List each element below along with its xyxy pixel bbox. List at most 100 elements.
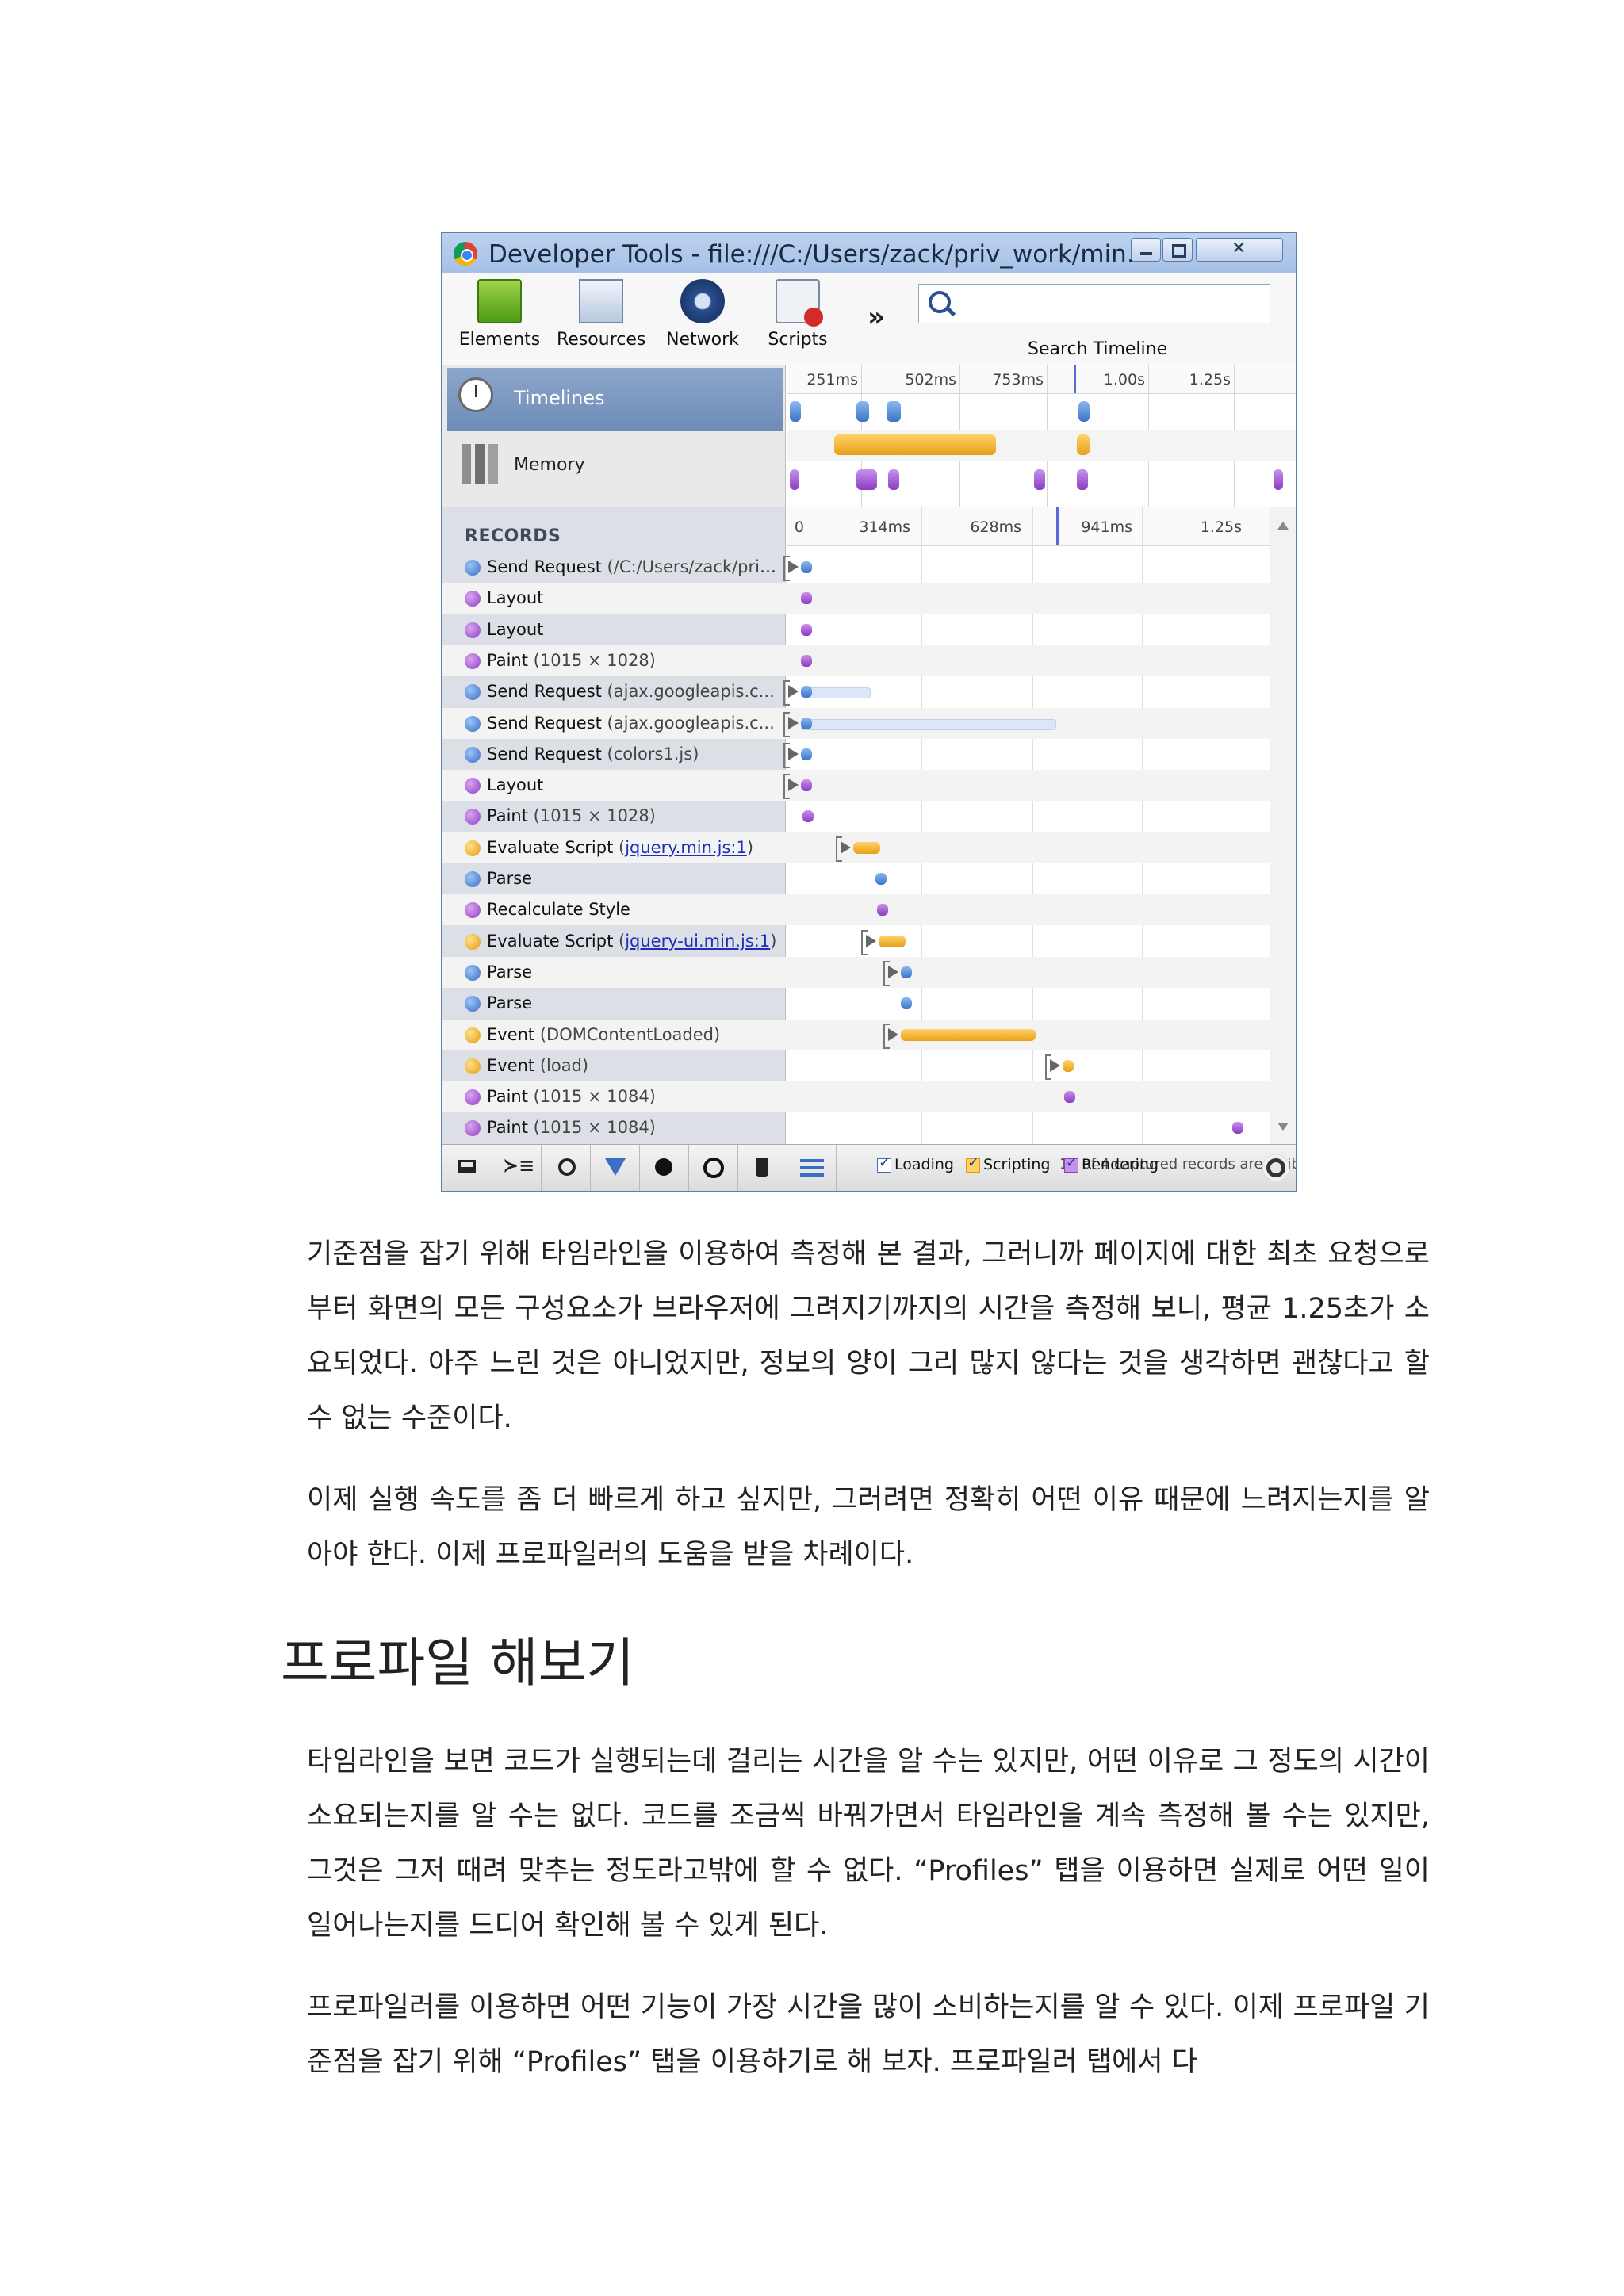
overview-memory-item[interactable]: Memory: [447, 434, 783, 498]
filter-scripting-checkbox[interactable]: Scripting: [966, 1154, 1051, 1180]
scripts-icon: [776, 279, 823, 327]
overview-tick: 502ms: [905, 371, 956, 388]
table-row[interactable]: Paint (1015 × 1084): [442, 1081, 1296, 1113]
table-row[interactable]: Paint (1015 × 1028): [442, 645, 1296, 676]
table-row[interactable]: Parse: [442, 956, 1296, 988]
clear-icon[interactable]: [688, 1145, 738, 1191]
filter-icon[interactable]: [590, 1145, 640, 1191]
table-row[interactable]: Layout: [442, 583, 1296, 614]
expand-arrow-icon[interactable]: [841, 840, 851, 854]
overview-rendering-mark: [1077, 469, 1088, 490]
table-row[interactable]: Send Request (colors1.js): [442, 739, 1296, 770]
records-tick: 628ms: [970, 519, 1021, 536]
record-source-link[interactable]: jquery-ui.min.js:1: [625, 932, 770, 951]
record-detail: (/C:/Users/zack/priv...: [607, 557, 779, 576]
table-row[interactable]: Evaluate Script (jquery-ui.min.js:1): [442, 926, 1296, 957]
scroll-up-arrow-icon[interactable]: [1277, 522, 1289, 530]
record-bar: [901, 966, 912, 978]
record-bar: [877, 904, 888, 916]
expand-arrow-icon[interactable]: [888, 965, 898, 978]
table-row[interactable]: Recalculate Style: [442, 894, 1296, 926]
tab-network[interactable]: Network: [658, 279, 747, 350]
record-name: Paint: [487, 806, 534, 826]
overview-tick: 1.25s: [1189, 371, 1231, 388]
table-row[interactable]: Send Request (ajax.googleapis.c...: [442, 676, 1296, 707]
devtools-toolbar: Elements Resources Network Scripts » Sea…: [442, 273, 1296, 365]
tab-elements-label: Elements: [458, 330, 541, 350]
record-label: Parse: [465, 863, 779, 894]
tab-elements[interactable]: Elements: [455, 279, 544, 350]
rendering-category-icon: [465, 778, 481, 794]
expand-arrow-icon[interactable]: [866, 934, 876, 947]
overview-scripting-mark: [834, 434, 996, 455]
console-icon[interactable]: [492, 1145, 542, 1191]
record-bar: [875, 873, 887, 885]
record-bar: [801, 717, 812, 729]
maximize-button[interactable]: [1162, 238, 1193, 262]
record-bar: [1232, 1122, 1243, 1135]
overview-toggle-icon[interactable]: [787, 1145, 837, 1191]
tab-scripts-label: Scripts: [768, 330, 828, 350]
record-icon[interactable]: [639, 1145, 689, 1191]
scripting-category-icon: [465, 1058, 481, 1074]
loading-category-icon: [465, 715, 481, 732]
table-row[interactable]: Layout: [442, 614, 1296, 645]
table-row[interactable]: Event (DOMContentLoaded): [442, 1019, 1296, 1050]
record-source-link[interactable]: jquery.min.js:1: [625, 838, 747, 857]
record-label: Layout: [465, 583, 779, 614]
table-row[interactable]: Send Request (ajax.googleapis.c...: [442, 707, 1296, 739]
search-timeline-input[interactable]: [918, 284, 1270, 323]
overview-timelines-item[interactable]: Timelines: [447, 368, 783, 431]
search-icon[interactable]: [541, 1145, 591, 1191]
record-detail: (ajax.googleapis.c...: [607, 713, 775, 733]
record-name: Send Request: [487, 713, 607, 733]
records-header: RECORDS: [465, 526, 561, 546]
memory-icon: [462, 444, 498, 484]
table-row[interactable]: Evaluate Script (jquery.min.js:1): [442, 832, 1296, 863]
record-label: Send Request (ajax.googleapis.c...: [465, 676, 779, 707]
legend-scripting-label: Scripting: [983, 1156, 1051, 1173]
tab-resources[interactable]: Resources: [557, 279, 645, 350]
record-label: Evaluate Script (jquery-ui.min.js:1): [465, 926, 779, 957]
minimize-button[interactable]: [1131, 238, 1161, 262]
status-bar: 19 of 4 captured records are visible Loa…: [442, 1144, 1296, 1191]
table-row[interactable]: Event (load): [442, 1050, 1296, 1081]
paragraph: 타임라인을 보면 코드가 실행되는데 걸리는 시간을 알 수는 있지만, 어떤 …: [307, 1746, 1430, 1942]
record-label: Paint (1015 × 1028): [465, 645, 779, 676]
record-detail: (load): [539, 1055, 589, 1075]
expand-arrow-icon[interactable]: [1050, 1058, 1060, 1072]
record-bar: [801, 748, 812, 760]
table-row[interactable]: Send Request (/C:/Users/zack/priv...: [442, 552, 1296, 583]
more-tabs-button[interactable]: »: [868, 301, 885, 333]
table-row[interactable]: Paint (1015 × 1084): [442, 1112, 1296, 1143]
expand-arrow-icon[interactable]: [788, 716, 799, 729]
expand-arrow-icon[interactable]: [888, 1027, 898, 1041]
expand-arrow-icon[interactable]: [788, 561, 799, 573]
resources-icon: [579, 279, 623, 323]
record-detail: (ajax.googleapis.c...: [607, 682, 775, 702]
expand-arrow-icon[interactable]: [788, 685, 799, 698]
records-tick: 0: [794, 519, 804, 536]
record-detail: (1015 × 1028): [533, 650, 656, 670]
filter-loading-checkbox[interactable]: Loading: [877, 1154, 954, 1180]
record-name: Send Request: [487, 744, 607, 763]
record-bar: [1064, 1091, 1075, 1104]
expand-arrow-icon[interactable]: [788, 779, 799, 792]
rendering-category-icon: [465, 591, 481, 607]
overview-tick: 1.00s: [1103, 371, 1145, 388]
gear-icon[interactable]: [1262, 1154, 1289, 1181]
record-name: Send Request: [487, 682, 607, 702]
table-row[interactable]: Parse: [442, 988, 1296, 1019]
filter-rendering-checkbox[interactable]: Rendering: [1064, 1154, 1159, 1180]
tab-scripts[interactable]: Scripts: [753, 279, 842, 350]
dock-icon[interactable]: [442, 1145, 492, 1191]
table-row[interactable]: Paint (1015 × 1028): [442, 801, 1296, 832]
search-timeline-label: Search Timeline: [1028, 339, 1168, 359]
close-button[interactable]: [1196, 238, 1283, 262]
table-row[interactable]: Layout: [442, 770, 1296, 802]
overview-graph[interactable]: 251ms 502ms 753ms 1.00s 1.25s: [787, 365, 1296, 507]
network-icon: [680, 279, 725, 323]
expand-arrow-icon[interactable]: [788, 747, 799, 760]
garbage-collect-icon[interactable]: [737, 1145, 787, 1191]
table-row[interactable]: Parse: [442, 863, 1296, 894]
